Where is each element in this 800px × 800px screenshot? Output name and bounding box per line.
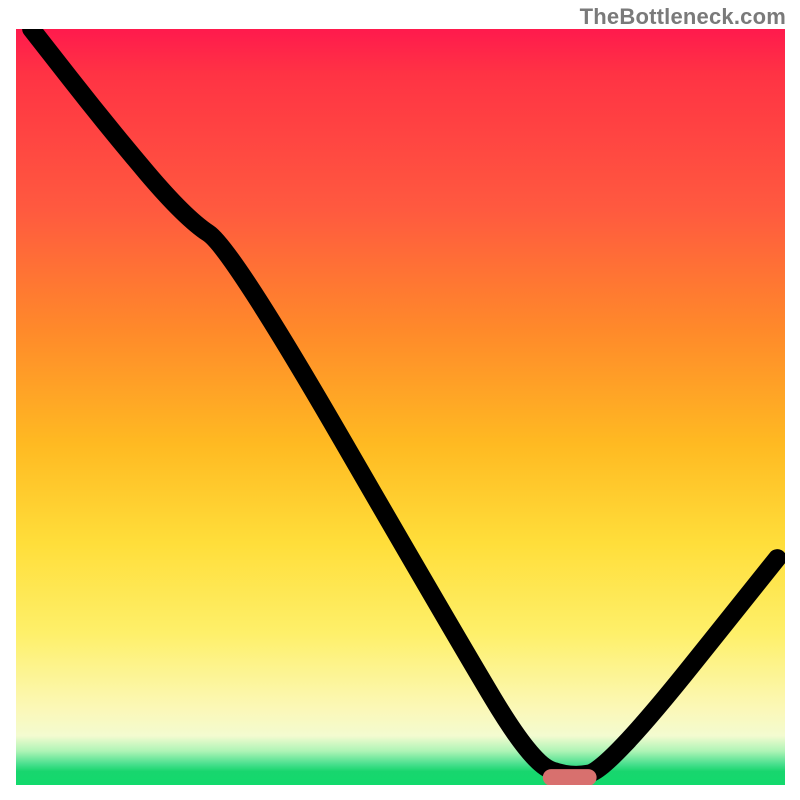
plot-area bbox=[16, 29, 785, 785]
attribution-label: TheBottleneck.com bbox=[580, 4, 786, 30]
curve-group bbox=[31, 29, 777, 785]
bottleneck-curve bbox=[31, 29, 777, 775]
bottleneck-chart: TheBottleneck.com bbox=[0, 0, 800, 800]
sweet-spot-marker bbox=[543, 769, 597, 785]
curve-layer bbox=[16, 29, 785, 785]
